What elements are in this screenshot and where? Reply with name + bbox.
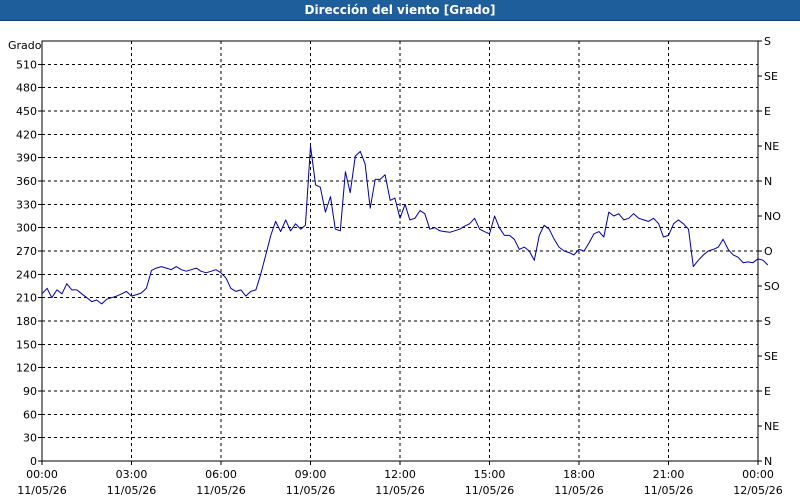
y-tick-label: 480 — [16, 82, 37, 95]
x-tick-date-label: 11/05/26 — [375, 484, 424, 497]
x-tick-date-label: 11/05/26 — [554, 484, 603, 497]
y-tick-label: 120 — [16, 362, 37, 375]
x-tick-time-label: 00:00 — [742, 468, 774, 481]
y2-tick-label: O — [764, 245, 773, 258]
wind-direction-chart: 0 30 60 90 120 150 180 210 240 270 300 330 360 390 420… — [8, 35, 783, 497]
x-tick-date-label: 11/05/26 — [107, 484, 156, 497]
chart-area: 0 30 60 90 120 150 180 210 240 270 300 330 360 390 420… — [0, 21, 800, 500]
x-tick-time-label: 12:00 — [384, 468, 416, 481]
y2-tick-label: SO — [764, 280, 780, 293]
y-tick-label: 180 — [16, 315, 37, 328]
y2-tick-label: NE — [764, 420, 779, 433]
x-tick-date-label: 11/05/26 — [644, 484, 693, 497]
y-tick-label: 360 — [16, 175, 37, 188]
y2-tick-label: SE — [764, 350, 778, 363]
y2-tick-label: NE — [764, 140, 779, 153]
y-tick-label: 30 — [23, 432, 37, 445]
chart-title: Dirección del viento [Grado] — [0, 0, 800, 21]
y-tick-label: 240 — [16, 268, 37, 281]
y-tick-label: 510 — [16, 58, 37, 71]
y-tick-label: 150 — [16, 338, 37, 351]
x-tick-time-label: 18:00 — [563, 468, 595, 481]
y2-tick-label: N — [764, 455, 772, 468]
x-tick-date-label: 11/05/26 — [17, 484, 66, 497]
y-tick-label: 270 — [16, 245, 37, 258]
x-tick-time-label: 03:00 — [116, 468, 148, 481]
y2-tick-label: E — [764, 385, 771, 398]
y2-tick-label: S — [764, 315, 771, 328]
y2-tick-label: E — [764, 105, 771, 118]
x-tick-time-label: 21:00 — [653, 468, 685, 481]
y2-tick-label: N — [764, 175, 772, 188]
y-tick-label: 330 — [16, 198, 37, 211]
y-tick-label: 0 — [30, 455, 37, 468]
y2-tick-label: SE — [764, 70, 778, 83]
y-tick-label: 90 — [23, 385, 37, 398]
x-tick-date-label: 11/05/26 — [286, 484, 335, 497]
wind-direction-series-line — [41, 145, 769, 305]
y-tick-label: 450 — [16, 105, 37, 118]
y-axis-label: Grado — [8, 39, 42, 52]
y-tick-label: 60 — [23, 408, 37, 421]
x-tick-time-label: 00:00 — [26, 468, 58, 481]
y-tick-label: 420 — [16, 128, 37, 141]
y2-tick-label: NO — [764, 210, 781, 223]
x-tick-date-label: 12/05/26 — [733, 484, 782, 497]
y-tick-label: 390 — [16, 152, 37, 165]
x-tick-time-label: 09:00 — [295, 468, 327, 481]
y-tick-label: 300 — [16, 222, 37, 235]
x-tick-date-label: 11/05/26 — [196, 484, 245, 497]
y-tick-label: 210 — [16, 292, 37, 305]
x-tick-date-label: 11/05/26 — [465, 484, 514, 497]
x-tick-time-label: 06:00 — [205, 468, 237, 481]
x-tick-time-label: 15:00 — [474, 468, 506, 481]
y2-tick-label: S — [764, 35, 771, 48]
